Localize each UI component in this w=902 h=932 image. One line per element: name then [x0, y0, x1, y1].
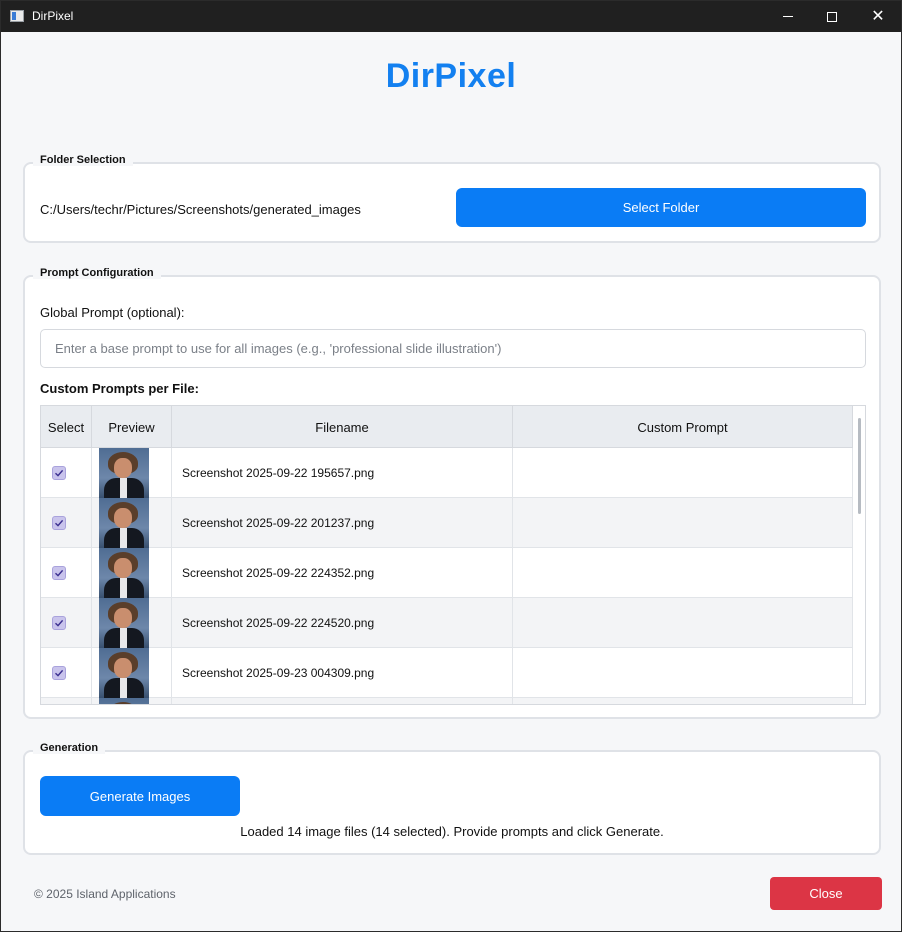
table-row[interactable]: Screenshot 2025-09-22 201237.png	[41, 498, 853, 548]
folder-selection-legend: Folder Selection	[33, 154, 133, 166]
generation-legend: Generation	[33, 742, 106, 754]
preview-thumbnail	[99, 648, 149, 698]
preview-cell	[92, 448, 172, 498]
table-row[interactable]	[41, 698, 853, 704]
prompt-configuration-legend: Prompt Configuration	[33, 267, 161, 279]
custom-prompt-cell[interactable]	[513, 548, 853, 598]
select-checkbox[interactable]	[52, 566, 66, 580]
table-header: Select Preview Filename Custom Prompt	[41, 406, 853, 448]
preview-thumbnail	[99, 498, 149, 548]
custom-prompt-cell[interactable]	[513, 448, 853, 498]
title-bar[interactable]: DirPixel ✕	[1, 1, 901, 32]
app-window: DirPixel ✕ DirPixel Folder Selection C:/…	[0, 0, 902, 932]
select-checkbox[interactable]	[52, 616, 66, 630]
checkmark-icon	[55, 469, 64, 477]
checkmark-icon	[55, 519, 64, 527]
select-cell	[41, 548, 92, 598]
preview-cell	[92, 498, 172, 548]
maximize-icon	[827, 11, 837, 22]
page-title: DirPixel	[385, 57, 517, 95]
preview-thumbnail	[99, 598, 149, 648]
table-body: Screenshot 2025-09-22 195657.png Screens…	[41, 448, 853, 704]
custom-prompt-cell[interactable]	[513, 498, 853, 548]
filename-cell: Screenshot 2025-09-22 224520.png	[172, 598, 513, 648]
select-cell	[41, 698, 92, 704]
generate-images-button[interactable]: Generate Images	[40, 776, 240, 816]
file-table: Select Preview Filename Custom Prompt Sc…	[40, 405, 866, 705]
checkmark-icon	[55, 669, 64, 677]
preview-cell	[92, 648, 172, 698]
filename-cell: Screenshot 2025-09-22 224352.png	[172, 548, 513, 598]
preview-cell	[92, 598, 172, 648]
preview-thumbnail	[99, 548, 149, 598]
preview-thumbnail	[99, 698, 149, 704]
app-icon	[10, 10, 24, 22]
filename-cell	[172, 698, 513, 704]
select-cell	[41, 498, 92, 548]
global-prompt-label: Global Prompt (optional):	[40, 305, 185, 320]
select-cell	[41, 598, 92, 648]
status-text: Loaded 14 image files (14 selected). Pro…	[240, 824, 664, 839]
table-row[interactable]: Screenshot 2025-09-22 224520.png	[41, 598, 853, 648]
window-close-button[interactable]: ✕	[855, 1, 901, 32]
filename-cell: Screenshot 2025-09-23 004309.png	[172, 648, 513, 698]
select-folder-button[interactable]: Select Folder	[456, 188, 866, 227]
table-row[interactable]: Screenshot 2025-09-23 004309.png	[41, 648, 853, 698]
generation-group: Generation Generate Images Loaded 14 ima…	[23, 742, 881, 855]
filename-cell: Screenshot 2025-09-22 195657.png	[172, 448, 513, 498]
select-cell	[41, 648, 92, 698]
select-cell	[41, 448, 92, 498]
close-icon: ✕	[871, 7, 885, 25]
header-custom-prompt[interactable]: Custom Prompt	[513, 406, 853, 448]
custom-prompts-label: Custom Prompts per File:	[40, 381, 199, 396]
close-button[interactable]: Close	[770, 877, 882, 910]
prompt-configuration-group: Prompt Configuration Global Prompt (opti…	[23, 267, 881, 719]
maximize-button[interactable]	[809, 1, 855, 32]
table-scrollbar[interactable]	[858, 418, 861, 514]
checkmark-icon	[55, 619, 64, 627]
custom-prompt-cell[interactable]	[513, 698, 853, 704]
preview-thumbnail	[99, 448, 149, 498]
header-filename[interactable]: Filename	[172, 406, 513, 448]
preview-cell	[92, 548, 172, 598]
custom-prompt-cell[interactable]	[513, 648, 853, 698]
folder-path-label: C:/Users/techr/Pictures/Screenshots/gene…	[40, 202, 361, 217]
preview-cell	[92, 698, 172, 704]
checkmark-icon	[55, 569, 64, 577]
copyright-text: © 2025 Island Applications	[34, 887, 176, 901]
select-checkbox[interactable]	[52, 466, 66, 480]
window-title: DirPixel	[32, 9, 74, 23]
custom-prompt-cell[interactable]	[513, 598, 853, 648]
header-select[interactable]: Select	[41, 406, 92, 448]
header-preview[interactable]: Preview	[92, 406, 172, 448]
filename-cell: Screenshot 2025-09-22 201237.png	[172, 498, 513, 548]
select-checkbox[interactable]	[52, 516, 66, 530]
minimize-icon	[783, 16, 793, 17]
minimize-button[interactable]	[765, 1, 811, 32]
table-row[interactable]: Screenshot 2025-09-22 224352.png	[41, 548, 853, 598]
global-prompt-input[interactable]	[40, 329, 866, 368]
folder-selection-group: Folder Selection C:/Users/techr/Pictures…	[23, 154, 881, 243]
select-checkbox[interactable]	[52, 666, 66, 680]
table-row[interactable]: Screenshot 2025-09-22 195657.png	[41, 448, 853, 498]
